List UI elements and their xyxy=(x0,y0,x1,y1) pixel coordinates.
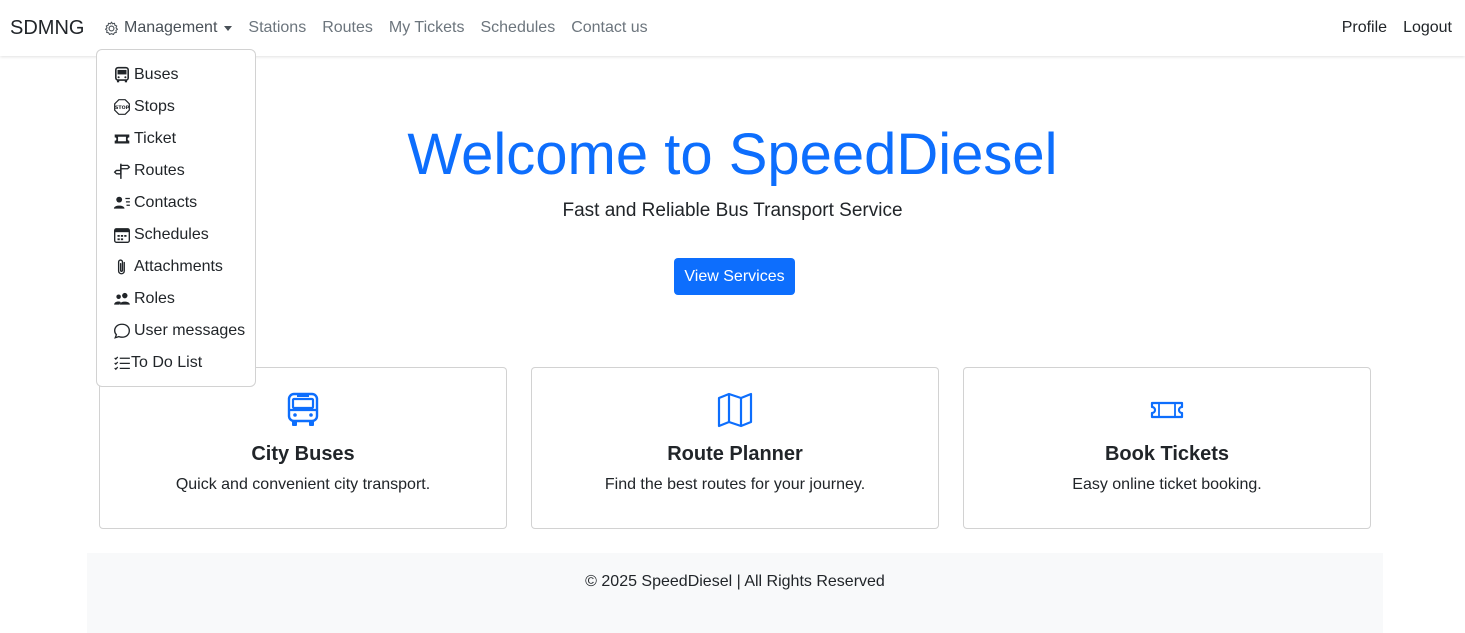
card-city-buses[interactable]: City Buses Quick and convenient city tra… xyxy=(99,367,507,529)
nav-schedules[interactable]: Schedules xyxy=(480,17,555,39)
dropdown-item-routes[interactable]: Routes xyxy=(97,155,255,187)
calendar-week-icon xyxy=(114,228,130,243)
card-description: Easy online ticket booking. xyxy=(1072,476,1262,493)
management-dropdown-menu: Buses STOP Stops Ticket Routes Contacts xyxy=(96,49,256,387)
dropdown-item-schedules[interactable]: Schedules xyxy=(97,219,255,251)
map-icon xyxy=(717,392,753,428)
dropdown-item-label: Contacts xyxy=(134,194,198,211)
dropdown-item-roles[interactable]: Roles xyxy=(97,283,255,315)
nav-management-dropdown[interactable]: Management xyxy=(104,17,233,39)
card-description: Quick and convenient city transport. xyxy=(175,476,431,493)
dropdown-item-contacts[interactable]: Contacts xyxy=(97,187,255,219)
dropdown-item-ticket[interactable]: Ticket xyxy=(97,123,255,155)
navbar: SDMNG Management Stations Routes My Tick… xyxy=(0,0,1465,56)
nav-contact-us[interactable]: Contact us xyxy=(571,17,647,39)
dropdown-item-label: Buses xyxy=(134,66,179,83)
dropdown-item-attachments[interactable]: Attachments xyxy=(97,251,255,283)
dropdown-item-label: Ticket xyxy=(134,130,177,147)
nav-right: Profile Logout xyxy=(1326,17,1452,39)
card-route-planner[interactable]: Route Planner Find the best routes for y… xyxy=(531,367,939,529)
dropdown-item-todo-list[interactable]: To Do List xyxy=(97,347,255,379)
dropdown-item-buses[interactable]: Buses xyxy=(97,59,255,91)
dropdown-item-label: Schedules xyxy=(134,226,209,243)
nav-logout[interactable]: Logout xyxy=(1403,17,1452,39)
ticket-icon xyxy=(1150,401,1184,419)
nav-profile[interactable]: Profile xyxy=(1342,17,1387,39)
caret-down-icon xyxy=(224,25,233,31)
bus-icon xyxy=(287,392,319,426)
dropdown-item-label: Attachments xyxy=(134,258,223,275)
nav-stations[interactable]: Stations xyxy=(248,17,306,39)
brand-logo[interactable]: SDMNG xyxy=(10,16,84,40)
person-lines-icon xyxy=(113,196,130,209)
bus-front-icon xyxy=(115,66,129,83)
card-book-tickets[interactable]: Book Tickets Easy online ticket booking. xyxy=(963,367,1371,529)
list-check-icon xyxy=(114,356,130,371)
card-title: City Buses xyxy=(251,443,355,465)
signpost-icon xyxy=(113,163,131,179)
nav-left: Management Stations Routes My Tickets Sc… xyxy=(104,17,664,39)
dropdown-item-label: Roles xyxy=(134,290,175,307)
ticket-icon xyxy=(114,134,130,144)
svg-text:STOP: STOP xyxy=(115,105,130,111)
paperclip-icon xyxy=(117,259,125,275)
dropdown-item-label: Routes xyxy=(134,162,185,179)
chat-icon xyxy=(114,323,130,339)
dropdown-item-label: To Do List xyxy=(131,354,203,371)
card-title: Book Tickets xyxy=(1104,443,1230,465)
nav-routes[interactable]: Routes xyxy=(322,17,373,39)
nav-my-tickets[interactable]: My Tickets xyxy=(389,17,465,39)
dropdown-item-label: Stops xyxy=(134,98,175,115)
dropdown-item-user-messages[interactable]: User messages xyxy=(97,315,255,347)
people-icon xyxy=(114,292,130,305)
footer-copyright: © 2025 SpeedDiesel | All Rights Reserved xyxy=(585,573,885,590)
card-description: Find the best routes for your journey. xyxy=(604,476,866,493)
footer: © 2025 SpeedDiesel | All Rights Reserved xyxy=(87,553,1383,633)
card-title: Route Planner xyxy=(667,443,803,465)
nav-management-label: Management xyxy=(124,19,218,36)
dropdown-item-label: User messages xyxy=(134,322,246,339)
stop-sign-icon: STOP xyxy=(114,99,130,115)
view-services-button[interactable]: View Services xyxy=(674,258,795,295)
gear-icon xyxy=(104,21,119,35)
dropdown-item-stops[interactable]: STOP Stops xyxy=(97,91,255,123)
